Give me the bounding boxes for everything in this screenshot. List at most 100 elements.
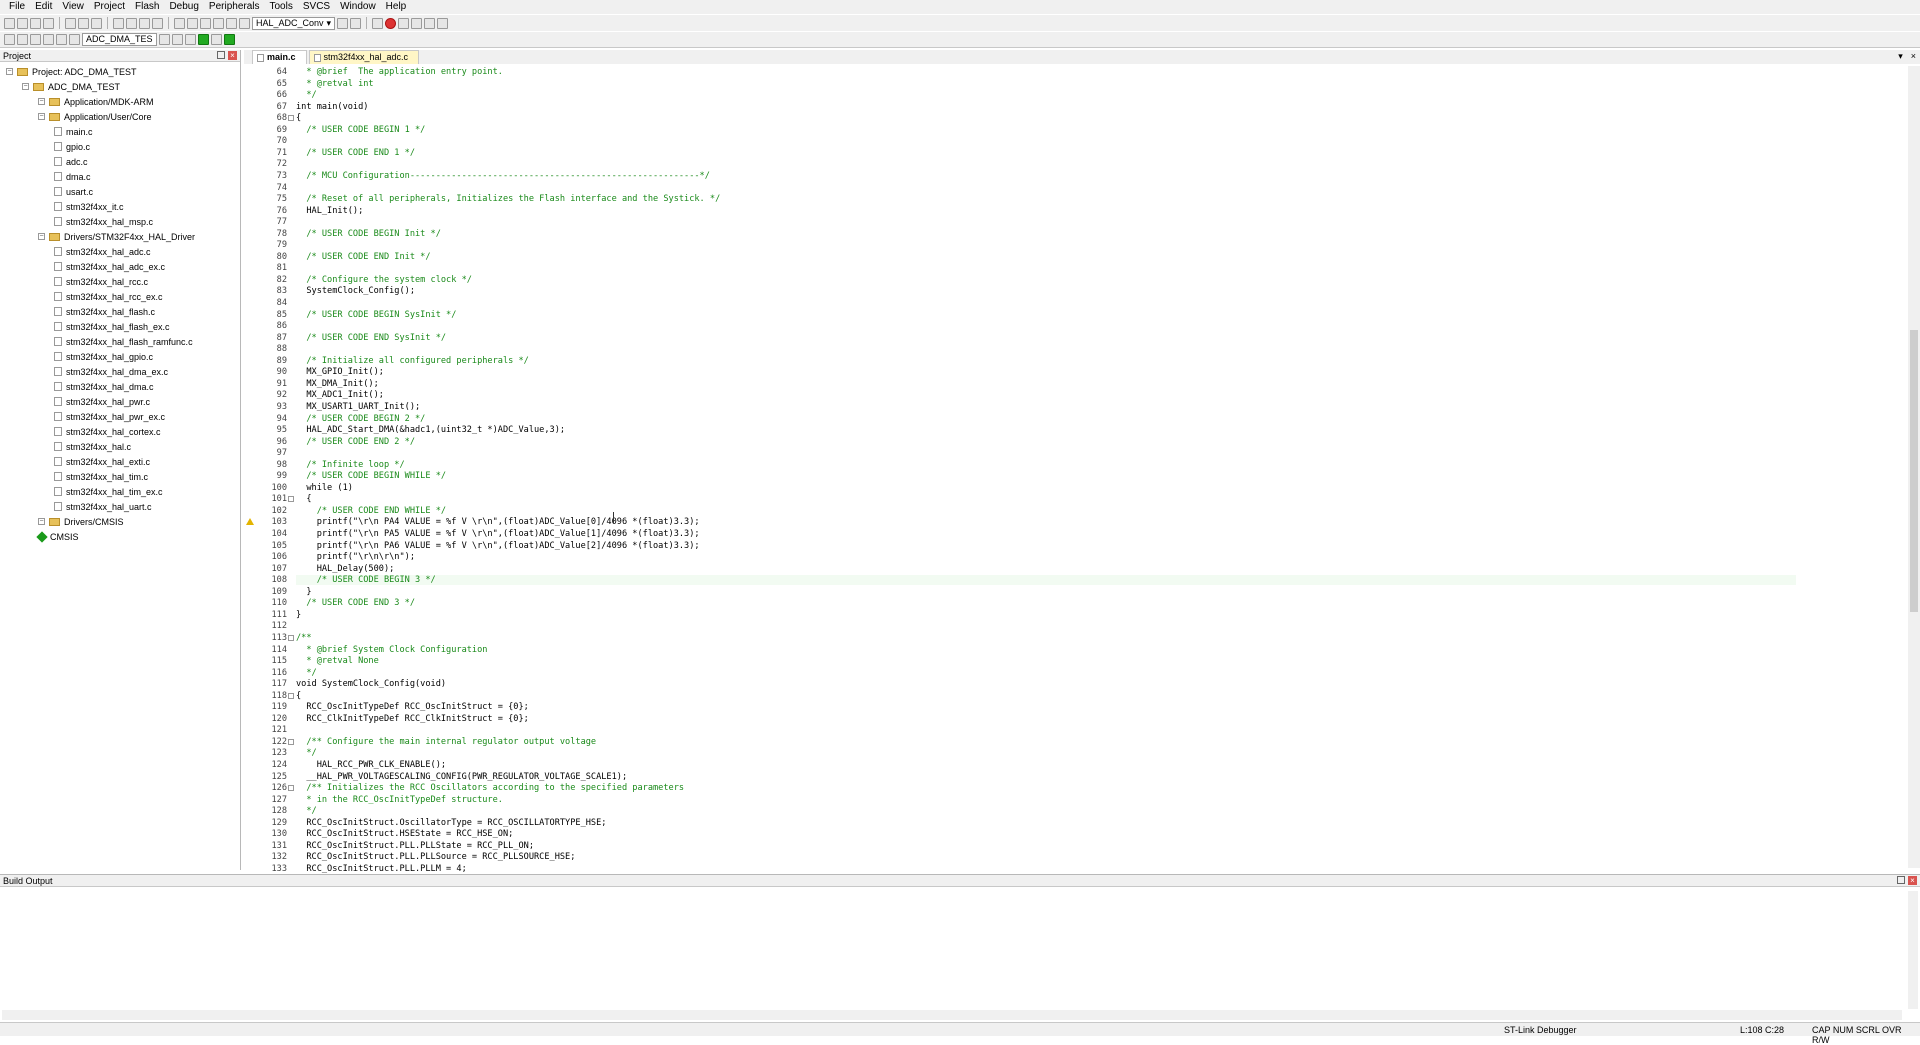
- cut-icon[interactable]: [65, 17, 76, 29]
- code-line[interactable]: /* USER CODE END 2 */: [296, 437, 415, 447]
- code-line[interactable]: * @retval int: [296, 79, 373, 89]
- pin-icon[interactable]: [217, 51, 225, 59]
- code-line[interactable]: RCC_OscInitStruct.OscillatorType = RCC_O…: [296, 818, 606, 828]
- code-line[interactable]: */: [296, 668, 316, 678]
- code-line[interactable]: /* USER CODE END 3 */: [296, 598, 415, 608]
- editor-tab[interactable]: main.c: [252, 50, 307, 64]
- save-all-icon[interactable]: [43, 17, 54, 29]
- code-line[interactable]: HAL_RCC_PWR_CLK_ENABLE();: [296, 760, 446, 770]
- tree-item[interactable]: stm32f4xx_hal_flash_ex.c: [54, 319, 170, 334]
- code-line[interactable]: /* Reset of all peripherals, Initializes…: [296, 194, 720, 204]
- save-icon[interactable]: [30, 17, 41, 29]
- code-line[interactable]: */: [296, 90, 316, 100]
- code-line[interactable]: /* Configure the system clock */: [296, 275, 472, 285]
- copy-icon[interactable]: [78, 17, 89, 29]
- bookmark-icon[interactable]: [174, 17, 185, 29]
- tree-item[interactable]: stm32f4xx_hal_tim.c: [54, 469, 148, 484]
- menu-item[interactable]: Flash: [130, 0, 164, 14]
- tree-item[interactable]: − Drivers/CMSIS: [38, 514, 124, 529]
- tree-item[interactable]: stm32f4xx_hal_gpio.c: [54, 349, 153, 364]
- expand-toggle-icon[interactable]: −: [38, 233, 45, 240]
- tree-item[interactable]: stm32f4xx_hal_pwr_ex.c: [54, 409, 165, 424]
- debug-session-icon[interactable]: [372, 17, 384, 29]
- code-line[interactable]: printf("\r\n PA4 VALUE = %f V \r\n",(flo…: [296, 517, 700, 527]
- menu-item[interactable]: Tools: [265, 0, 298, 14]
- tree-item[interactable]: stm32f4xx_hal_uart.c: [54, 499, 152, 514]
- tree-item[interactable]: CMSIS: [36, 529, 79, 544]
- batch-build-icon[interactable]: [43, 34, 54, 45]
- tree-item[interactable]: stm32f4xx_hal.c: [54, 439, 131, 454]
- redo-icon[interactable]: [126, 17, 137, 29]
- chevron-down-icon[interactable]: ▾: [1898, 51, 1903, 62]
- code-line[interactable]: */: [296, 806, 316, 816]
- new-file-icon[interactable]: [4, 17, 15, 29]
- code-area[interactable]: 64 65 66 67 68 69 70 71 72 73 74 75 76 77 78 79 80 81 82 83…: [244, 66, 1904, 874]
- tree-item[interactable]: main.c: [54, 124, 93, 139]
- tree-item[interactable]: usart.c: [54, 184, 93, 199]
- code-line[interactable]: * @retval None: [296, 656, 378, 666]
- code-line[interactable]: /* USER CODE BEGIN 1 */: [296, 125, 425, 135]
- stop-build-icon[interactable]: [56, 34, 67, 45]
- code-line[interactable]: /**: [296, 633, 312, 643]
- menu-item[interactable]: Project: [89, 0, 130, 14]
- code-line[interactable]: */: [296, 748, 316, 758]
- fold-toggle-icon[interactable]: [288, 115, 294, 122]
- code-line[interactable]: }: [296, 610, 301, 620]
- code-line[interactable]: HAL_ADC_Start_DMA(&hadc1,(uint32_t *)ADC…: [296, 425, 565, 435]
- tree-item[interactable]: − Application/MDK-ARM: [38, 94, 154, 109]
- unindent-icon[interactable]: [226, 17, 237, 29]
- incremental-find-icon[interactable]: [350, 17, 362, 29]
- code-line[interactable]: RCC_ClkInitTypeDef RCC_ClkInitStruct = {…: [296, 714, 528, 724]
- nav-forward-icon[interactable]: [152, 17, 163, 29]
- code-line[interactable]: MX_USART1_UART_Init();: [296, 402, 420, 412]
- code-line[interactable]: * @brief System Clock Configuration: [296, 645, 487, 655]
- code-line[interactable]: /* MCU Configuration--------------------…: [296, 171, 710, 181]
- code-line[interactable]: MX_GPIO_Init();: [296, 367, 384, 377]
- rebuild-icon[interactable]: [30, 34, 41, 45]
- open-file-icon[interactable]: [17, 17, 28, 29]
- code-line[interactable]: /* USER CODE BEGIN Init */: [296, 229, 441, 239]
- code-line[interactable]: * in the RCC_OscInitTypeDef structure.: [296, 795, 503, 805]
- tree-item[interactable]: stm32f4xx_hal_exti.c: [54, 454, 150, 469]
- pin-icon[interactable]: [1897, 876, 1905, 884]
- tree-item[interactable]: stm32f4xx_hal_adc.c: [54, 244, 151, 259]
- expand-toggle-icon[interactable]: −: [22, 83, 29, 90]
- tree-item[interactable]: − Application/User/Core: [38, 109, 152, 124]
- code-line[interactable]: HAL_Init();: [296, 206, 363, 216]
- indent-icon[interactable]: [213, 17, 224, 29]
- code-line[interactable]: /* USER CODE END 1 */: [296, 148, 415, 158]
- nav-back-icon[interactable]: [139, 17, 150, 29]
- code-line[interactable]: while (1): [296, 483, 353, 493]
- expand-toggle-icon[interactable]: −: [38, 518, 45, 525]
- menu-item[interactable]: File: [4, 0, 30, 14]
- tree-item[interactable]: stm32f4xx_hal_dma_ex.c: [54, 364, 168, 379]
- expand-toggle-icon[interactable]: −: [6, 68, 13, 75]
- download-icon[interactable]: [69, 34, 80, 45]
- menu-item[interactable]: Edit: [30, 0, 57, 14]
- code-line[interactable]: /* USER CODE BEGIN WHILE */: [296, 471, 446, 481]
- fold-toggle-icon[interactable]: [288, 785, 294, 792]
- expand-toggle-icon[interactable]: −: [38, 113, 45, 120]
- fold-toggle-icon[interactable]: [288, 692, 294, 699]
- editor-tab[interactable]: stm32f4xx_hal_adc.c: [308, 50, 420, 64]
- target-options-icon[interactable]: [158, 34, 170, 45]
- target-select[interactable]: ADC_DMA_TES: [82, 33, 157, 46]
- build-output-horizontal-scrollbar[interactable]: [2, 1010, 1902, 1020]
- tree-item[interactable]: stm32f4xx_hal_rcc_ex.c: [54, 289, 163, 304]
- manage-project-icon[interactable]: [210, 34, 222, 45]
- code-line[interactable]: /* USER CODE BEGIN 2 */: [296, 414, 425, 424]
- code-line[interactable]: /** Configure the main internal regulato…: [296, 737, 596, 747]
- tree-item[interactable]: − Drivers/STM32F4xx_HAL_Driver: [38, 229, 195, 244]
- fold-toggle-icon[interactable]: [288, 496, 294, 503]
- paste-icon[interactable]: [91, 17, 102, 29]
- tree-item[interactable]: adc.c: [54, 154, 88, 169]
- code-line[interactable]: __HAL_PWR_VOLTAGESCALING_CONFIG(PWR_REGU…: [296, 772, 627, 782]
- tree-item[interactable]: stm32f4xx_hal_cortex.c: [54, 424, 161, 439]
- code-line[interactable]: /* USER CODE BEGIN 3 */: [296, 575, 1796, 586]
- code-line[interactable]: printf("\r\n PA6 VALUE = %f V \r\n",(flo…: [296, 541, 700, 551]
- close-icon[interactable]: ×: [228, 51, 237, 60]
- close-icon[interactable]: ×: [1911, 51, 1916, 62]
- code-line[interactable]: /** Initializes the RCC Oscillators acco…: [296, 783, 684, 793]
- pack-installer-icon[interactable]: [223, 34, 235, 45]
- code-line[interactable]: RCC_OscInitStruct.PLL.PLLM = 4;: [296, 864, 466, 874]
